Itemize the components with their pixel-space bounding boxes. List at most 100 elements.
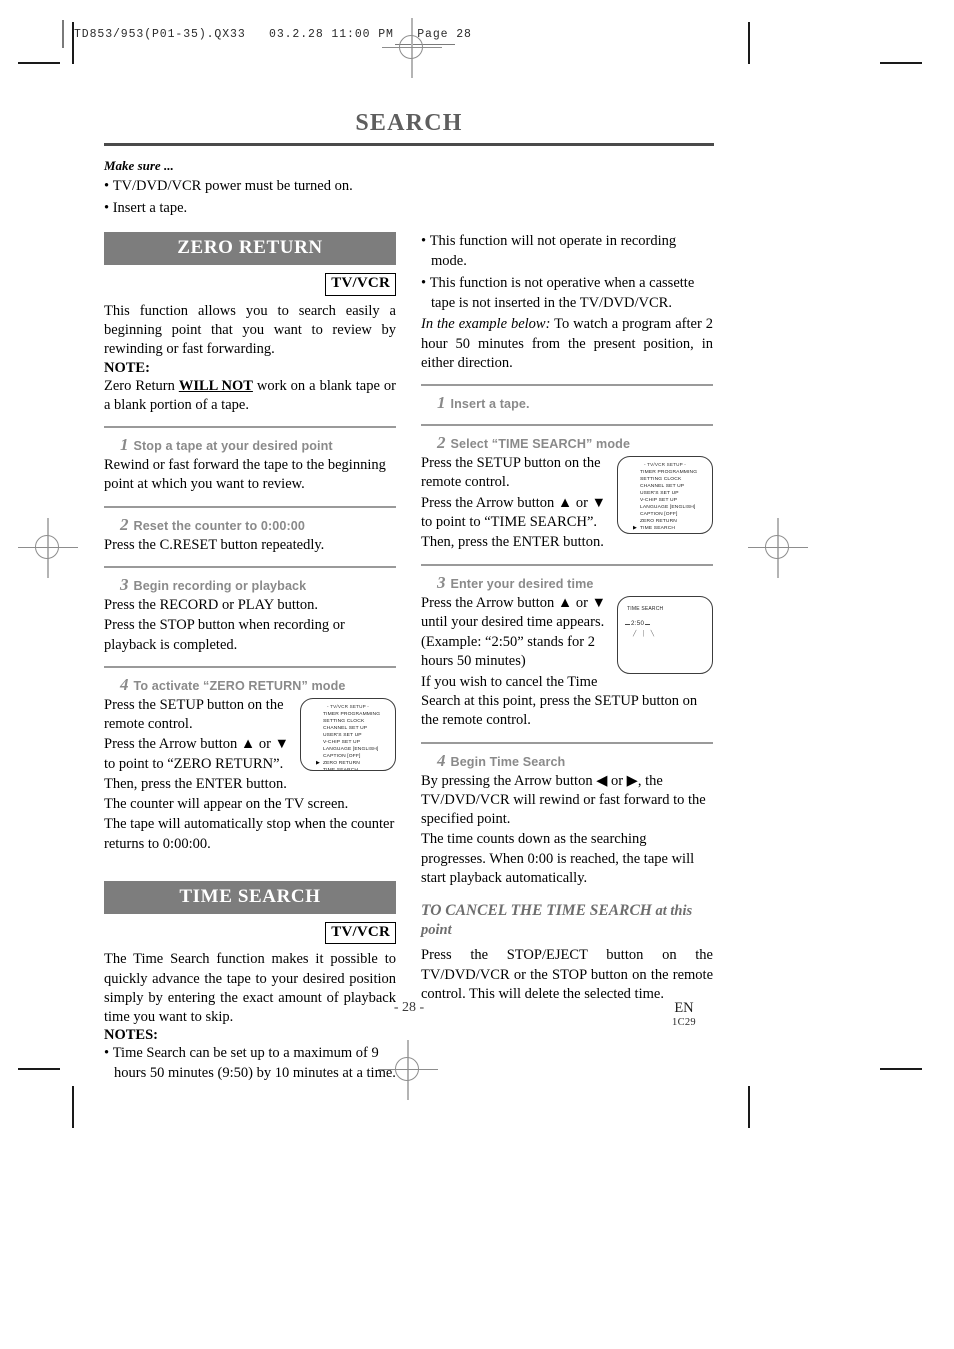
osd-menu-item-selected: ▶ TIME SEARCH xyxy=(633,525,712,533)
step-divider xyxy=(421,424,713,427)
registration-circle xyxy=(399,35,423,59)
step-divider xyxy=(104,505,396,508)
osd-menu-screenshot-time-search: - TV/VCR SETUP - TIMER PROGRAMMING SETTI… xyxy=(617,456,713,535)
cursor-arrow-icon: ▶ xyxy=(633,524,637,531)
step-body: By pressing the Arrow button ◀ or ▶, the… xyxy=(421,772,713,889)
dash-left xyxy=(625,624,630,626)
registration-circle xyxy=(35,535,59,559)
step-number: 1 xyxy=(120,435,129,455)
step-body: - TV/VCR SETUP - TIMER PROGRAMMING SETTI… xyxy=(104,696,396,854)
osd-menu-item-label: TIME SEARCH xyxy=(640,525,676,531)
osd-menu-title: - TV/VCR SETUP - xyxy=(643,462,687,468)
osd-menu-item: V-CHIP SET UP xyxy=(323,739,361,745)
step-heading: 3 Enter your desired time xyxy=(421,573,713,593)
compatibility-badge-tv-vcr: TV/VCR xyxy=(325,273,396,296)
step-line: The time counts down as the searching pr… xyxy=(421,831,695,886)
step-divider xyxy=(421,563,713,566)
step-number: 2 xyxy=(120,514,129,534)
step-body: Press the RECORD or PLAY button. Press t… xyxy=(104,596,396,655)
step-line: Rewind or fast forward the tape to the b… xyxy=(104,457,386,493)
step-title: Begin Time Search xyxy=(450,754,566,769)
crop-mark-bottom-left-h xyxy=(18,1068,60,1070)
crop-mark-bottom-right-v xyxy=(748,1086,750,1128)
step-title: Stop a tape at your desired point xyxy=(133,439,333,454)
left-column: ZERO RETURN TV/VCR This function allows … xyxy=(104,232,396,1085)
badge-row: TV/VCR xyxy=(104,922,396,945)
step-body: Rewind or fast forward the tape to the b… xyxy=(104,456,396,495)
footer-right: EN 1C29 xyxy=(654,1000,714,1028)
zero-return-note-text: Zero Return WILL NOT work on a blank tap… xyxy=(104,377,396,416)
osd-menu-item: V-CHIP SET UP xyxy=(640,498,678,504)
step-title: Select “TIME SEARCH” mode xyxy=(450,437,631,452)
page-footer: - 28 - EN 1C29 xyxy=(104,1000,714,1040)
step-title: Begin recording or playback xyxy=(133,578,307,593)
step-line: Press the STOP button when recording or … xyxy=(104,617,345,653)
step-line: The counter will appear on the TV screen… xyxy=(104,796,349,813)
make-sure-item: • TV/DVD/VCR power must be turned on. xyxy=(104,178,353,194)
zero-return-intro: This function allows you to search easil… xyxy=(104,302,396,358)
page-title: SEARCH xyxy=(355,110,463,136)
footer-region: EN xyxy=(674,1000,694,1016)
step-line: Then, press the ENTER button. xyxy=(104,775,287,792)
osd-menu-item: CHANNEL SET UP xyxy=(323,725,368,731)
time-search-note-item: • Time Search can be set up to a maximum… xyxy=(104,1045,396,1082)
osd-time-search-value: 2:50 xyxy=(625,620,651,628)
title-divider xyxy=(104,143,714,146)
note-pre: Zero Return xyxy=(104,377,179,394)
zero-return-note-label: NOTE: xyxy=(104,359,150,376)
osd-menu-list: TIMER PROGRAMMING SETTING CLOCK CHANNEL … xyxy=(633,470,712,533)
step-line: Press the C.RESET button repeatedly. xyxy=(104,536,325,553)
step-title: Insert a tape. xyxy=(450,397,530,412)
step-divider xyxy=(421,741,713,744)
step-heading: 2 Reset the counter to 0:00:00 xyxy=(104,515,396,535)
badge-row: TV/VCR xyxy=(104,273,396,296)
osd-menu-screenshot-zero-return: - TV/VCR SETUP - TIMER PROGRAMMING SETTI… xyxy=(300,697,396,771)
osd-menu-item-label: ZERO RETURN xyxy=(323,760,360,766)
note-emphasis: WILL NOT xyxy=(178,377,253,394)
step-title: Reset the counter to 0:00:00 xyxy=(133,518,305,533)
page-content: SEARCH Make sure ... • TV/DVD/VCR power … xyxy=(104,110,714,1086)
time-search-note-item: • This function will not operate in reco… xyxy=(421,233,677,270)
step-heading: 2 Select “TIME SEARCH” mode xyxy=(421,433,713,453)
registration-mark-right xyxy=(748,518,808,578)
registration-mark-left xyxy=(18,518,78,578)
time-search-note-text: This function is not operative when a ca… xyxy=(429,274,695,311)
cancel-section-text: Press the STOP/EJECT button on the TV/DV… xyxy=(421,947,713,1002)
time-search-note-text: This function will not operate in record… xyxy=(429,233,677,270)
section-header-time-search: TIME SEARCH xyxy=(104,881,396,915)
time-search-note-text: Time Search can be set up to a maximum o… xyxy=(112,1045,396,1082)
step-line: Then, press the ENTER button. xyxy=(421,534,604,551)
step-divider xyxy=(421,384,713,387)
section-header-zero-return: ZERO RETURN xyxy=(104,232,396,266)
step-number: 1 xyxy=(437,393,446,413)
step-heading: 4 To activate “ZERO RETURN” mode xyxy=(104,675,396,695)
crop-mark-bottom-left-v xyxy=(72,1086,74,1128)
osd-menu-item: CAPTION [OFF] xyxy=(640,511,678,517)
make-sure-label: Make sure ... xyxy=(104,158,174,173)
osd-menu-item: CAPTION [OFF] xyxy=(323,753,361,759)
step-body: - TV/VCR SETUP - TIMER PROGRAMMING SETTI… xyxy=(421,454,713,552)
two-column-body: ZERO RETURN TV/VCR This function allows … xyxy=(104,232,714,1085)
osd-menu-item: ZERO RETURN xyxy=(640,518,677,524)
osd-menu-item: LANGUAGE [ENGLISH] xyxy=(323,746,379,752)
crop-mark-top-right-v xyxy=(748,22,750,64)
make-sure-item-text: TV/DVD/VCR power must be turned on. xyxy=(112,178,353,194)
osd-menu-item: LANGUAGE [ENGLISH] xyxy=(640,505,696,511)
step-divider xyxy=(104,665,396,668)
footer-code: 1C29 xyxy=(672,1017,696,1028)
step-number: 4 xyxy=(437,750,446,770)
make-sure-item-text: Insert a tape. xyxy=(112,199,188,216)
make-sure-item: • Insert a tape. xyxy=(104,199,188,216)
step-heading: 4 Begin Time Search xyxy=(421,751,713,771)
right-column: • This function will not operate in reco… xyxy=(421,232,713,1085)
crop-mark-top-right-h xyxy=(880,62,922,64)
osd-menu-item: TIMER PROGRAMMING xyxy=(323,711,381,717)
compatibility-badge-tv-vcr: TV/VCR xyxy=(325,922,396,945)
step-number: 2 xyxy=(437,433,446,453)
osd-menu-list: TIMER PROGRAMMING SETTING CLOCK CHANNEL … xyxy=(316,711,395,770)
step-divider xyxy=(104,565,396,568)
dash-right xyxy=(645,624,651,626)
crop-mark-top-left-h xyxy=(18,62,60,64)
cancel-section-heading: TO CANCEL THE TIME SEARCH at this point xyxy=(421,902,713,939)
